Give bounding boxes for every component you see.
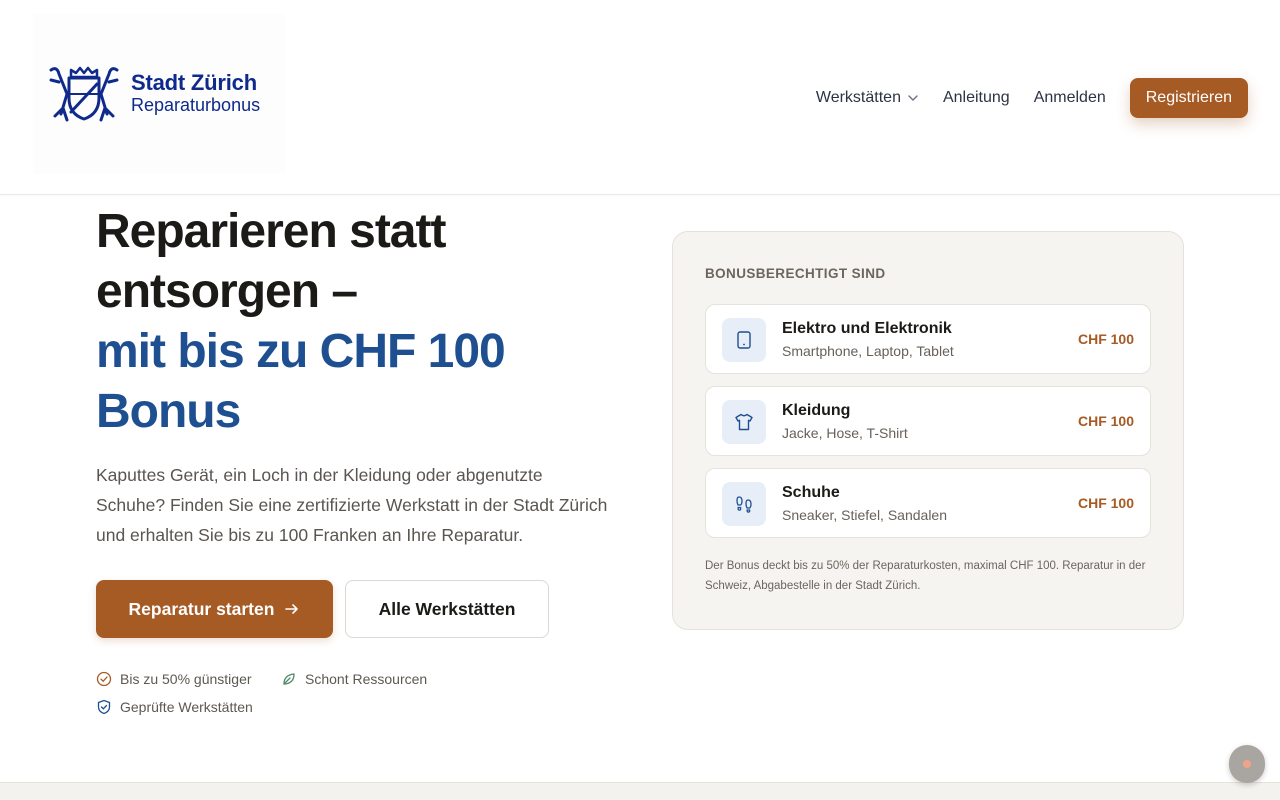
site-header: Stadt Zürich Reparaturbonus Werkstätten … (0, 0, 1280, 195)
hero-description: Kaputtes Gerät, ein Loch in der Kleidung… (96, 465, 608, 545)
logo-title: Stadt Zürich (131, 69, 257, 95)
bonus-eligibility-card: BONUSBERECHTIGT SIND Elektro und Elektro… (672, 231, 1184, 630)
main-nav: Werkstätten Anleitung Anmelden Registrie… (816, 78, 1248, 118)
start-repair-button[interactable]: Reparatur starten (96, 580, 333, 638)
hero-title-line1: Reparieren statt (96, 205, 446, 258)
category-title: Schuhe (782, 484, 840, 501)
category-bonus-amount: CHF 100 (1077, 413, 1134, 429)
feature-verified-label: Geprüfte Werkstätten (120, 699, 253, 715)
nav-guide-link[interactable]: Anleitung (943, 89, 1010, 107)
chat-widget-button[interactable] (1229, 745, 1265, 783)
all-workshops-button[interactable]: Alle Werkstätten (345, 580, 549, 638)
category-examples: Jacke, Hose, T-Shirt (782, 425, 908, 441)
category-examples: Sneaker, Stiefel, Sandalen (782, 507, 948, 523)
category-shoes: Schuhe Sneaker, Stiefel, Sandalen CHF 10… (705, 468, 1151, 538)
bonus-conditions-note: Der Bonus deckt bis zu 50% der Reparatur… (705, 560, 1146, 592)
feature-cheaper-label: Bis zu 50% günstiger (120, 671, 252, 687)
check-circle-icon (96, 671, 112, 687)
shirt-icon (722, 400, 766, 444)
footprints-icon (722, 482, 766, 526)
nav-workshops-label: Werkstätten (815, 89, 901, 106)
leaf-icon (283, 673, 295, 685)
category-examples: Smartphone, Laptop, Tablet (782, 343, 954, 359)
card-heading: BONUSBERECHTIGT SIND (705, 266, 886, 281)
category-electronics: Elektro und Elektronik Smartphone, Lapto… (705, 304, 1151, 374)
logo[interactable]: Stadt Zürich Reparaturbonus (47, 64, 260, 122)
logo-subtitle: Reparaturbonus (131, 94, 261, 115)
tablet-icon (722, 318, 766, 362)
feature-resources-label: Schont Ressourcen (305, 671, 428, 687)
hero-title-accent-line2: Bonus (96, 385, 241, 438)
feature-cheaper: Bis zu 50% günstiger (96, 671, 252, 687)
category-title: Kleidung (782, 402, 851, 419)
register-button[interactable]: Registrieren (1129, 78, 1248, 118)
hero-title-line2: entsorgen – (96, 265, 358, 318)
hero-title: Reparieren statt entsorgen – mit bis zu … (96, 202, 656, 442)
chat-status-dot (1243, 760, 1251, 768)
nav-login-link[interactable]: Anmelden (1034, 89, 1106, 107)
chevron-down-icon (908, 95, 918, 101)
category-bonus-amount: CHF 100 (1077, 331, 1134, 347)
arrow-right-icon (285, 604, 299, 614)
category-clothing: Kleidung Jacke, Hose, T-Shirt CHF 100 (705, 386, 1151, 456)
category-title: Elektro und Elektronik (782, 320, 952, 337)
shield-check-icon (97, 699, 111, 715)
next-section-edge (0, 782, 1280, 800)
feature-verified: Geprüfte Werkstätten (96, 699, 253, 715)
feature-resources: Schont Ressourcen (281, 671, 427, 687)
start-repair-label: Reparatur starten (128, 598, 275, 619)
nav-workshops-dropdown[interactable]: Werkstätten (816, 89, 919, 107)
zurich-crest-icon (49, 66, 119, 122)
category-bonus-amount: CHF 100 (1077, 495, 1134, 511)
hero-title-accent-line1: mit bis zu CHF 100 (96, 325, 506, 378)
